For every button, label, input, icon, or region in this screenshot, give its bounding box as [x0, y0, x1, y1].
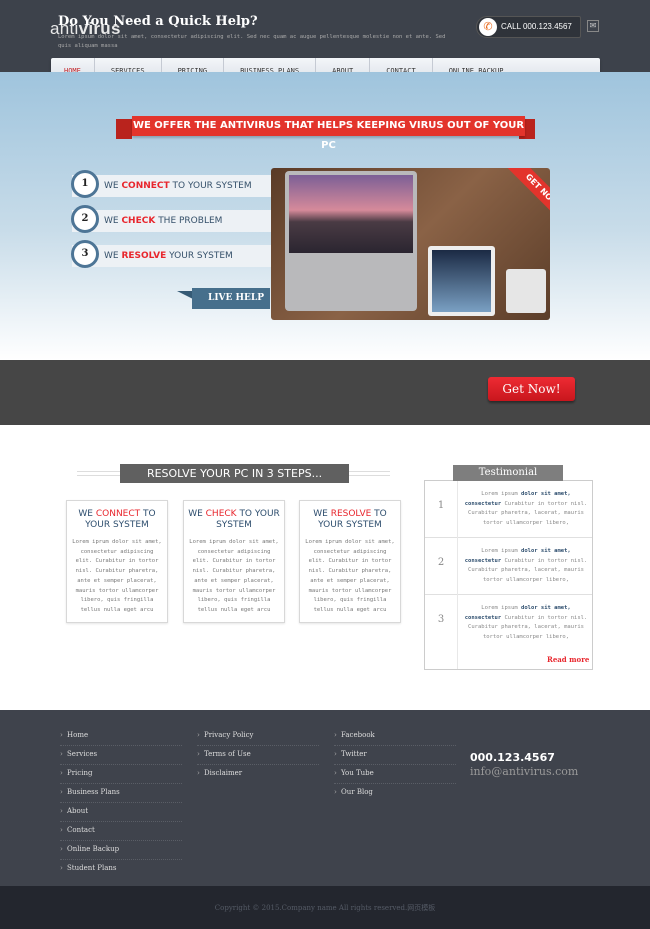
footer-link-business-plans[interactable]: Business Plans	[60, 784, 182, 803]
get-now-corner-banner[interactable]: GET NOW!	[501, 168, 550, 234]
testimonial-row: 2 Lorem ipsum dolor sit amet, consectetu…	[425, 538, 592, 595]
testimonial-number: 3	[425, 595, 458, 669]
laptop-image	[285, 171, 417, 311]
live-help-tail	[177, 291, 193, 299]
footer-col-legal: Privacy Policy Terms of Use Disclaimer	[197, 727, 319, 784]
testimonial-number: 1	[425, 481, 458, 538]
quick-help-title: Do You Need a Quick Help?	[58, 14, 258, 29]
card-title: WE CHECK TO YOUR SYSTEM	[188, 509, 280, 530]
footer-link-about[interactable]: About	[60, 803, 182, 822]
tablet-screen	[432, 250, 491, 312]
testimonial-number: 2	[425, 538, 458, 595]
footer-link-terms[interactable]: Terms of Use	[197, 746, 319, 765]
tablet-image	[428, 246, 495, 316]
footer-link-student-plans[interactable]: Student Plans	[60, 860, 182, 879]
footer-link-disclaimer[interactable]: Disclaimer	[197, 765, 319, 784]
footer-link-blog[interactable]: Our Blog	[334, 784, 456, 803]
footer-link-privacy[interactable]: Privacy Policy	[197, 727, 319, 746]
testimonial-title: Testimonial	[453, 465, 563, 481]
step-number: 2	[71, 205, 99, 233]
step-text: WE CONNECT TO YOUR SYSTEM	[104, 181, 252, 191]
card-body: Lorem iprum dolor sit amet, consectetur …	[305, 539, 395, 613]
step-text: WE RESOLVE YOUR SYSTEM	[104, 251, 233, 261]
ribbon-end-left	[116, 119, 132, 139]
card-title: WE RESOLVE TO YOUR SYSTEM	[313, 509, 387, 530]
laptop-screen	[289, 175, 413, 253]
read-more-link[interactable]: Read more	[547, 655, 589, 664]
mail-icon[interactable]: ✉	[587, 20, 599, 32]
step-card: WE RESOLVE TO YOUR SYSTEM Lorem iprum do…	[299, 500, 401, 623]
footer-phone: 000.123.4567	[470, 751, 555, 764]
testimonial-row: 1 Lorem ipsum dolor sit amet, consectetu…	[425, 481, 592, 538]
step-card: WE CHECK TO YOUR SYSTEM Lorem iprum dolo…	[183, 500, 285, 623]
footer-col-main: Home Services Pricing Business Plans Abo…	[60, 727, 182, 879]
call-badge[interactable]: ✆ CALL 000.123.4567	[476, 16, 581, 38]
footer-link-twitter[interactable]: Twitter	[334, 746, 456, 765]
hero-ribbon: WE OFFER THE ANTIVIRUS THAT HELPS KEEPIN…	[132, 116, 525, 151]
card-title: WE CONNECT TO YOUR SYSTEM	[78, 509, 156, 530]
footer-link-services[interactable]: Services	[60, 746, 182, 765]
testimonial-box: 1 Lorem ipsum dolor sit amet, consectetu…	[424, 480, 593, 670]
footer-link-facebook[interactable]: Facebook	[334, 727, 456, 746]
testimonial-text: Lorem ipsum dolor sit amet, consectetur …	[464, 605, 588, 640]
testimonial-text: Lorem ipsum dolor sit amet, consectetur …	[464, 491, 588, 526]
card-body: Lorem iprum dolor sit amet, consectetur …	[189, 539, 279, 613]
copyright: Copyright © 2015.Company name All rights…	[214, 904, 436, 912]
hero-step-3: 3 WE RESOLVE YOUR SYSTEM	[71, 240, 272, 268]
hero-step-2: 2 WE CHECK THE PROBLEM	[71, 205, 272, 233]
step-card: WE CONNECT TO YOUR SYSTEM Lorem iprum do…	[66, 500, 168, 623]
get-now-button[interactable]: Get Now!	[488, 377, 575, 401]
steps-title: RESOLVE YOUR PC IN 3 STEPS...	[120, 464, 349, 483]
footer-link-online-backup[interactable]: Online Backup	[60, 841, 182, 860]
devices-image: GET NOW!	[271, 168, 550, 320]
call-text: CALL 000.123.4567	[501, 22, 572, 31]
footer-col-social: Facebook Twitter You Tube Our Blog	[334, 727, 456, 803]
live-help-button[interactable]: LIVE HELP	[192, 288, 270, 309]
hero-step-1: 1 WE CONNECT TO YOUR SYSTEM	[71, 170, 272, 198]
phone-image	[506, 269, 546, 313]
phone-icon: ✆	[479, 18, 497, 36]
testimonial-text: Lorem ipsum dolor sit amet, consectetur …	[464, 548, 588, 583]
step-text: WE CHECK THE PROBLEM	[104, 216, 223, 226]
footer-link-youtube[interactable]: You Tube	[334, 765, 456, 784]
footer-link-home[interactable]: Home	[60, 727, 182, 746]
quick-help-text: Lorem ipsum dolor sit amet, consectetur …	[58, 34, 446, 49]
step-number: 3	[71, 240, 99, 268]
footer-zigzag-edge	[0, 706, 650, 712]
footer-link-pricing[interactable]: Pricing	[60, 765, 182, 784]
step-number: 1	[71, 170, 99, 198]
footer-link-contact[interactable]: Contact	[60, 822, 182, 841]
footer-email[interactable]: info@antivirus.com	[470, 765, 578, 778]
card-body: Lorem iprum dolor sit amet, consectetur …	[72, 539, 162, 613]
